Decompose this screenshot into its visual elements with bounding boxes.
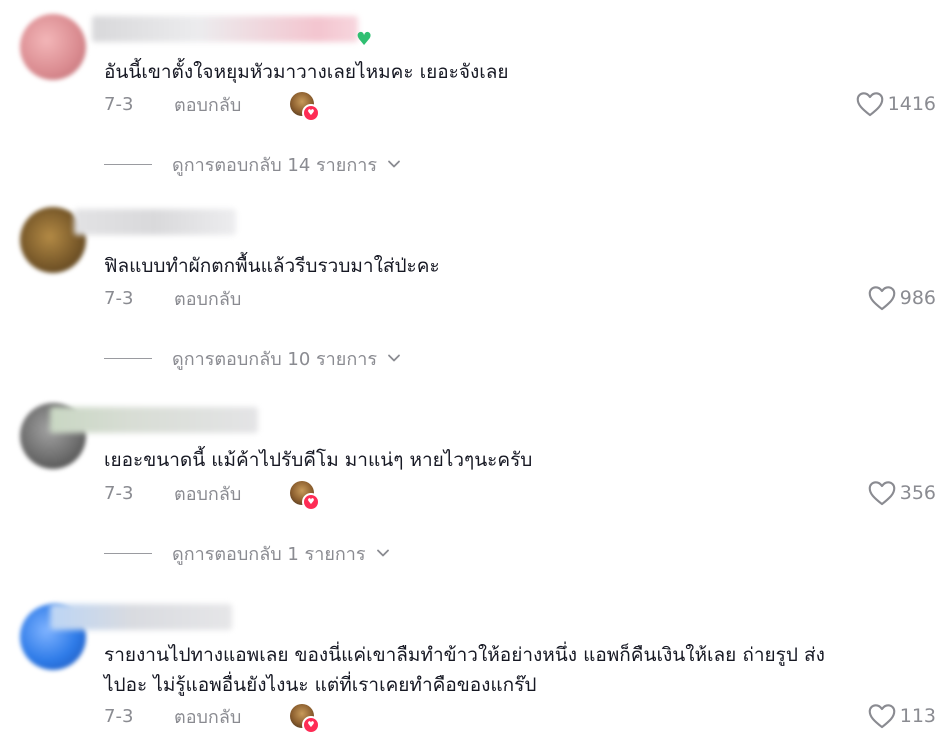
comment-meta: 7-3 ตอบกลับ [104, 284, 241, 312]
reply-button[interactable]: ตอบกลับ [174, 479, 241, 508]
comment-meta: 7-3 ตอบกลับ [104, 479, 241, 507]
comment-meta: 7-3 ตอบกลับ [104, 702, 241, 730]
comment-text: รายงานไปทางแอพเลย ของนี่แค่เขาลืมทำข้าวใ… [104, 644, 825, 696]
like-button[interactable]: 1416 [856, 90, 936, 118]
view-replies-label: ดูการตอบกลับ 1 รายการ [172, 543, 366, 565]
comment-date: 7-3 [104, 482, 134, 504]
like-count: 986 [899, 287, 936, 309]
creator-liked-badge: ♥ [290, 92, 320, 122]
comment-date: 7-3 [104, 287, 134, 309]
replies-divider [104, 357, 152, 359]
like-count: 113 [899, 705, 936, 727]
reply-button[interactable]: ตอบกลับ [174, 90, 241, 119]
heart-outline-icon [868, 704, 896, 729]
comment-date: 7-3 [104, 93, 134, 115]
like-button[interactable]: 113 [868, 702, 936, 730]
comment-date: 7-3 [104, 705, 134, 727]
view-replies-button[interactable]: ดูการตอบกลับ 14 รายการ [104, 151, 401, 177]
view-replies-label: ดูการตอบกลับ 14 รายการ [172, 154, 377, 176]
avatar[interactable] [20, 14, 86, 80]
green-heart-emoji-icon: ♥ [356, 29, 373, 50]
like-button[interactable]: 356 [868, 479, 936, 507]
heart-outline-icon [868, 481, 896, 506]
username-redacted[interactable] [74, 209, 236, 235]
like-count: 1416 [887, 93, 936, 115]
comment-text: อันนี้เขาตั้งใจหยุมหัวมาวางเลยไหมคะ เยอะ… [104, 61, 509, 83]
like-count: 356 [899, 482, 936, 504]
comment-text: ฟิลแบบทำผักตกพื้นแล้วรีบรวบมาใส่ป่ะคะ [104, 255, 440, 277]
chevron-down-icon [376, 549, 389, 557]
heart-outline-icon [856, 92, 883, 117]
replies-divider [104, 163, 152, 165]
chevron-down-icon [388, 160, 400, 168]
username-redacted[interactable] [92, 16, 358, 42]
username-redacted[interactable] [50, 604, 232, 630]
comment-text: เยอะขนาดนี้ แม้ค้าไปรับคีโม มาแน่ๆ หายไว… [104, 449, 533, 471]
view-replies-label: ดูการตอบกลับ 10 รายการ [172, 348, 377, 370]
like-button[interactable]: 986 [868, 284, 936, 312]
creator-liked-heart-icon: ♥ [302, 493, 320, 511]
creator-liked-badge: ♥ [290, 704, 320, 734]
view-replies-button[interactable]: ดูการตอบกลับ 1 รายการ [104, 540, 390, 566]
reply-button[interactable]: ตอบกลับ [174, 702, 241, 731]
creator-liked-badge: ♥ [290, 481, 320, 511]
creator-liked-heart-icon: ♥ [302, 104, 320, 122]
chevron-down-icon [388, 354, 400, 362]
heart-outline-icon [868, 286, 896, 311]
replies-divider [104, 552, 152, 554]
username-redacted[interactable] [50, 407, 258, 433]
comment-meta: 7-3 ตอบกลับ [104, 90, 241, 118]
view-replies-button[interactable]: ดูการตอบกลับ 10 รายการ [104, 345, 401, 371]
creator-liked-heart-icon: ♥ [302, 716, 320, 734]
reply-button[interactable]: ตอบกลับ [174, 284, 241, 313]
